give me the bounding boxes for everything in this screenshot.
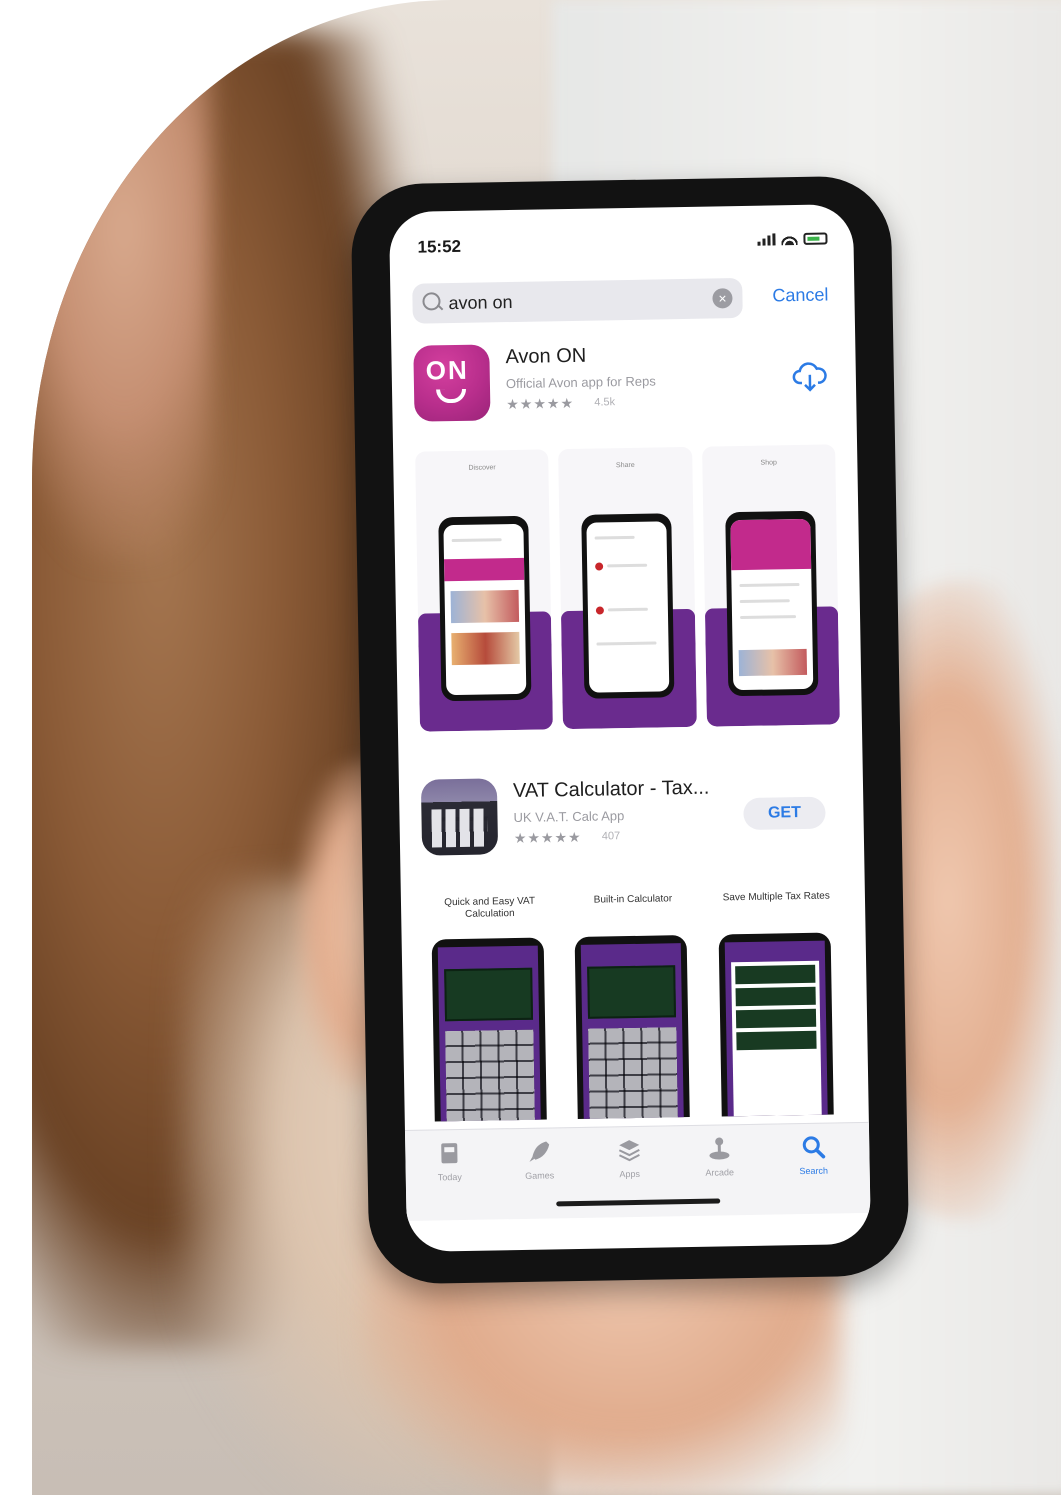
status-bar: 15:52	[417, 230, 828, 261]
text-line	[739, 583, 800, 588]
red-dot	[596, 606, 605, 615]
mini-phone	[718, 932, 834, 1117]
app-subtitle: Official Avon app for Reps	[505, 373, 656, 392]
keypad	[445, 1029, 535, 1122]
rating-count: 407	[601, 830, 621, 843]
status-icons	[757, 232, 828, 246]
app-name[interactable]: VAT Calculator - Tax...	[513, 777, 710, 803]
cancel-button[interactable]: Cancel	[772, 284, 828, 306]
woman-face	[32, 0, 212, 560]
cloud-download-icon[interactable]	[792, 358, 829, 395]
mini-screen	[724, 940, 828, 1117]
text-line	[739, 599, 790, 604]
avon-screenshots: Discover Share Shop	[415, 444, 840, 732]
tab-label: Arcade	[705, 1167, 735, 1178]
avon-on-app-icon[interactable]: ON	[413, 344, 491, 422]
search-row: avon on × Cancel	[412, 276, 833, 327]
vat-calculator-app-icon[interactable]	[420, 778, 499, 856]
arcade-icon	[709, 1137, 730, 1160]
smartphone: 15:52 avon on × Cancel ON Avon ON Offici…	[350, 175, 910, 1285]
calculator-display	[587, 965, 677, 1019]
tab-arcade[interactable]: Arcade	[679, 1135, 760, 1178]
tab-label: Today	[437, 1172, 462, 1183]
text-line	[594, 535, 635, 540]
mini-screen	[581, 943, 685, 1119]
tab-bar: Today Games Apps Arcade Search	[404, 1121, 871, 1221]
mini-screen	[443, 523, 527, 696]
avon-icon-text: ON	[425, 354, 469, 386]
product-image	[450, 589, 520, 624]
games-icon	[529, 1141, 550, 1162]
tab-label: Search	[799, 1165, 829, 1177]
screenshot-caption: Discover	[468, 464, 496, 472]
rating-stars: ★★★★★	[513, 828, 582, 847]
calculator-display	[444, 967, 534, 1022]
pink-banner	[730, 518, 811, 571]
mini-phone	[431, 937, 547, 1122]
text-line	[596, 641, 657, 646]
product-image	[451, 631, 520, 666]
pink-banner	[443, 557, 525, 582]
today-icon	[441, 1143, 458, 1164]
mini-phone	[581, 513, 675, 699]
screenshot-caption: Quick and Easy VAT Calculation	[444, 895, 536, 920]
tab-label: Apps	[619, 1168, 641, 1180]
mini-screen	[437, 945, 541, 1122]
text-line	[607, 563, 648, 568]
status-time: 15:52	[417, 236, 462, 257]
signal-icon	[757, 233, 776, 246]
apps-icon	[618, 1140, 640, 1162]
text-line	[739, 615, 796, 620]
vat-screenshots: Quick and Easy VAT Calculation Built-in …	[423, 884, 847, 1122]
keypad	[588, 1027, 679, 1119]
mini-phone	[724, 510, 819, 697]
red-dot	[595, 562, 604, 571]
mini-screen	[730, 518, 813, 691]
wifi-icon	[781, 233, 798, 246]
screenshot[interactable]: Discover	[415, 449, 554, 732]
clear-search-button[interactable]: ×	[712, 288, 733, 309]
mini-phone	[574, 935, 691, 1119]
battery-icon	[803, 232, 828, 245]
result-avon-on[interactable]: ON Avon ON Official Avon app for Reps ★★…	[413, 338, 835, 435]
mini-phone	[438, 515, 532, 702]
calculator-keys	[431, 808, 489, 848]
search-query: avon on	[448, 291, 513, 314]
tab-label: Games	[525, 1170, 555, 1181]
screenshot-caption: Shop	[760, 459, 777, 467]
screenshot[interactable]: Quick and Easy VAT Calculation	[423, 889, 560, 1122]
screenshot-caption: Built-in Calculator	[593, 893, 673, 906]
tab-apps[interactable]: Apps	[589, 1136, 670, 1179]
tab-search[interactable]: Search	[773, 1133, 854, 1176]
text-line	[608, 607, 649, 612]
search-icon	[802, 1136, 826, 1159]
screenshot[interactable]: Shop	[701, 444, 840, 727]
product-image	[738, 648, 807, 677]
mini-screen	[586, 521, 670, 693]
tab-games[interactable]: Games	[499, 1138, 580, 1181]
get-button[interactable]: GET	[743, 796, 826, 831]
screenshot[interactable]: Share	[558, 446, 697, 730]
rating-count: 4.5k	[594, 396, 616, 409]
search-input[interactable]: avon on ×	[412, 277, 743, 324]
app-subtitle: UK V.A.T. Calc App	[513, 808, 625, 826]
tax-rate-list	[730, 960, 822, 1117]
smile-icon	[436, 388, 467, 404]
screenshot-caption: Save Multiple Tax Rates	[722, 890, 830, 904]
rating-stars: ★★★★★	[506, 394, 575, 413]
app-store-screen: 15:52 avon on × Cancel ON Avon ON Offici…	[388, 204, 872, 1252]
text-line	[451, 538, 502, 543]
app-name[interactable]: Avon ON	[505, 345, 586, 369]
screenshot[interactable]: Built-in Calculator	[566, 887, 703, 1119]
screenshot-caption: Share	[615, 461, 635, 470]
tab-today[interactable]: Today	[409, 1140, 490, 1183]
screenshot[interactable]: Save Multiple Tax Rates	[709, 884, 846, 1117]
search-icon	[422, 292, 441, 311]
result-vat-calculator[interactable]: VAT Calculator - Tax... UK V.A.T. Calc A…	[420, 772, 843, 869]
